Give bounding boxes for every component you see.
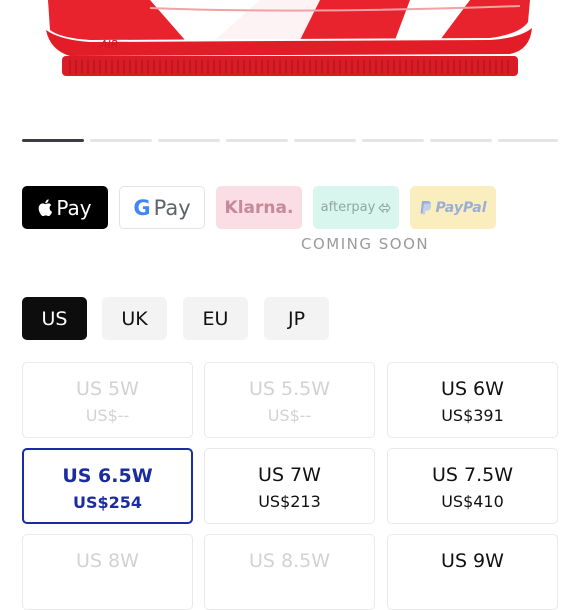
afterpay-label: afterpay (320, 200, 376, 215)
carousel-dot[interactable] (294, 139, 356, 142)
size-price: US$254 (72, 493, 143, 512)
size-label: US 6.5W (62, 465, 153, 487)
size-label: US 6W (441, 378, 504, 400)
size-label: US 9W (441, 550, 504, 572)
region-tab-us[interactable]: US (22, 297, 87, 340)
paypal-icon (420, 201, 432, 215)
size-label: US 8.5W (248, 550, 330, 572)
size-option-us-6w[interactable]: US 6W US$391 (387, 362, 558, 438)
size-label: US 5.5W (248, 378, 330, 400)
size-option-us-6-5w[interactable]: US 6.5W US$254 (22, 448, 193, 524)
size-label: US 7.5W (431, 464, 513, 486)
google-g-icon: G (133, 195, 151, 220)
coming-soon-label: COMING SOON (301, 235, 430, 253)
region-tab-uk[interactable]: UK (102, 297, 167, 340)
size-label: US 7W (258, 464, 321, 486)
size-option-us-7-5w[interactable]: US 7.5W US$410 (387, 448, 558, 524)
image-carousel-indicators (22, 139, 558, 143)
product-image: AIR (0, 0, 580, 120)
region-tab-jp[interactable]: JP (264, 297, 329, 340)
size-option-us-5w[interactable]: US 5W US$-- (22, 362, 193, 438)
size-label: US 5W (76, 378, 139, 400)
size-option-us-5-5w[interactable]: US 5.5W US$-- (204, 362, 375, 438)
carousel-dot[interactable] (362, 139, 424, 142)
size-price: US$410 (441, 492, 504, 511)
carousel-dot[interactable] (90, 139, 152, 142)
afterpay-button: afterpay (313, 186, 399, 229)
afterpay-arrows-icon (378, 202, 391, 213)
size-option-us-8-5w[interactable]: US 8.5W (204, 534, 375, 610)
carousel-dot[interactable] (226, 139, 288, 142)
size-option-us-7w[interactable]: US 7W US$213 (204, 448, 375, 524)
paypal-label: PayPal (435, 199, 487, 216)
region-tab-eu[interactable]: EU (183, 297, 248, 340)
apple-pay-label: Pay (56, 195, 92, 220)
google-pay-label: Pay (153, 195, 191, 220)
carousel-dot[interactable] (498, 139, 558, 142)
size-price: US$-- (85, 406, 130, 425)
size-price: US$213 (258, 492, 321, 511)
size-option-us-9w[interactable]: US 9W (387, 534, 558, 610)
size-price: US$391 (441, 406, 504, 425)
carousel-dot[interactable] (158, 139, 220, 142)
sneaker-image: AIR (46, 0, 532, 76)
size-label: US 8W (76, 550, 139, 572)
klarna-button: Klarna. (216, 186, 302, 229)
apple-icon (39, 199, 53, 216)
google-pay-button[interactable]: G Pay (119, 186, 205, 229)
klarna-label: Klarna. (224, 197, 294, 218)
size-price: US$-- (267, 406, 312, 425)
carousel-dot[interactable] (430, 139, 492, 142)
paypal-button: PayPal (410, 186, 496, 229)
carousel-dot-active[interactable] (22, 139, 84, 142)
svg-text:AIR: AIR (99, 38, 118, 51)
size-option-us-8w[interactable]: US 8W (22, 534, 193, 610)
apple-pay-button[interactable]: Pay (22, 186, 108, 229)
